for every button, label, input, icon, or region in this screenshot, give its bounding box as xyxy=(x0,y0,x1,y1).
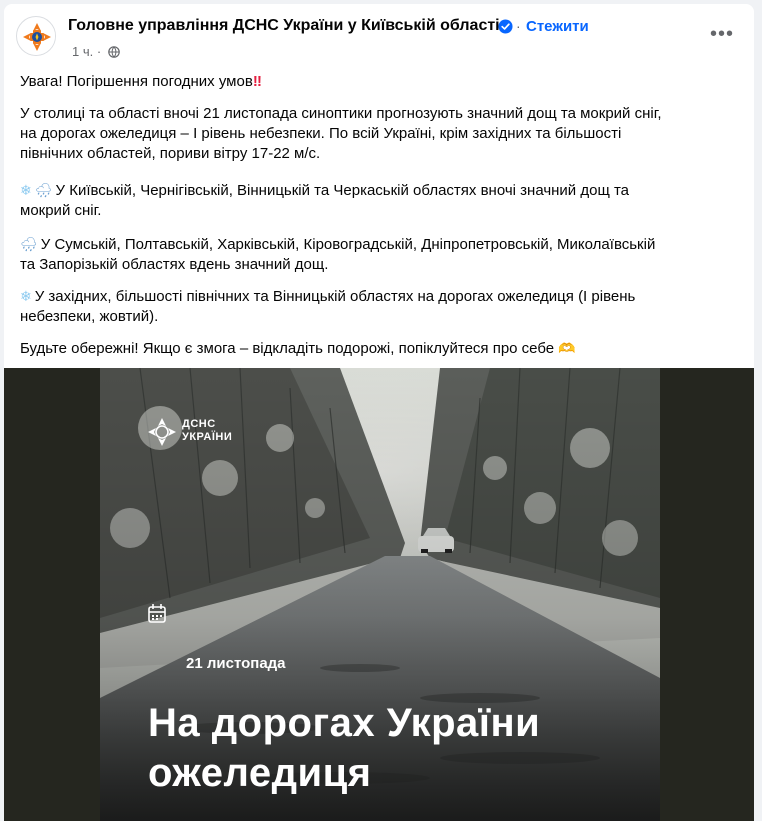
image-title-line-1: На дорогах України xyxy=(148,701,541,745)
post-header: Головне управління ДСНС України у Київсь… xyxy=(4,4,754,64)
rain-cloud-icon: 🌧 xyxy=(20,236,38,252)
snowflake-icon: ❄ xyxy=(20,288,32,304)
snowflake-icon: ❄ xyxy=(20,182,32,198)
paragraph-3-line-1: У Сумській, Полтавській, Харківській, Кі… xyxy=(40,236,656,253)
paragraph-2-line-2: мокрий сніг. xyxy=(20,202,102,219)
paragraph-3: 🌧 У Сумській, Полтавській, Харківській, К… xyxy=(20,234,740,275)
closing-text: Будьте обережні! Якщо є змога – відкладі… xyxy=(20,340,555,357)
paragraph-1-line-1: У столиці та області вночі 21 листопада … xyxy=(20,105,662,122)
meta-separator: · xyxy=(96,44,102,59)
paragraph-3-line-2: та Запорізькій областях вдень значний до… xyxy=(20,256,329,273)
heart-hands-icon: 🫶 xyxy=(558,340,576,356)
date-label: 21 листопада xyxy=(186,655,286,672)
closing-line: Будьте обережні! Якщо є змога – відкладі… xyxy=(20,338,740,359)
image-title: На дорогах України ожеледиця xyxy=(148,698,540,798)
post-headline: Увага! Погіршення погодних умов‼ xyxy=(20,72,740,92)
paragraph-1: У столиці та області вночі 21 листопада … xyxy=(20,104,740,164)
logo-line-1: ДСНС xyxy=(182,418,216,430)
paragraph-4-line-1: У західних, більшості північних та Вінни… xyxy=(34,288,636,305)
paragraph-4: ❄ У західних, більшості північних та Вінн… xyxy=(20,286,740,327)
logo-line-2: УКРАЇНИ xyxy=(182,431,233,443)
page-avatar[interactable] xyxy=(16,16,56,56)
paragraph-2: ❄ 🌧 У Київській, Чернігівській, Вінницькій… xyxy=(20,180,740,221)
more-options-icon[interactable]: ••• xyxy=(704,24,740,50)
post-card: Головне управління ДСНС України у Київсь… xyxy=(4,4,754,821)
paragraph-4-line-2: небезпеки, жовтий). xyxy=(20,308,159,325)
road-photo: ДСНС УКРАЇНИ 21 листопада На дорогах Укр… xyxy=(100,368,660,821)
paragraph-1-line-2: на дорогах ожеледиця – I рівень небезпек… xyxy=(20,125,622,142)
follow-button[interactable]: Стежити xyxy=(526,18,589,35)
post-image[interactable]: ДСНС УКРАЇНИ 21 листопада На дорогах Укр… xyxy=(4,368,754,821)
page-name[interactable]: Головне управління ДСНС України у Київсь… xyxy=(68,17,500,35)
dsns-emblem-icon xyxy=(18,18,55,55)
header-separator: · xyxy=(516,18,521,34)
verified-badge-icon xyxy=(498,19,513,34)
post-timestamp[interactable]: 1 ч. xyxy=(72,44,93,59)
rain-cloud-icon: 🌧 xyxy=(34,182,53,198)
post-meta: 1 ч. · xyxy=(72,44,101,59)
double-exclamation-icon: ‼ xyxy=(252,73,262,90)
image-title-line-2: ожеледиця xyxy=(148,751,372,795)
paragraph-1-line-3: північних областей, пориви вітру 17-22 м… xyxy=(20,145,321,162)
headline-text: Увага! Погіршення погодних умов xyxy=(20,73,253,90)
paragraph-2-line-1: У Київській, Чернігівській, Вінницькій т… xyxy=(55,182,630,199)
globe-icon[interactable] xyxy=(108,46,120,58)
logo-text: ДСНС УКРАЇНИ xyxy=(182,418,232,444)
